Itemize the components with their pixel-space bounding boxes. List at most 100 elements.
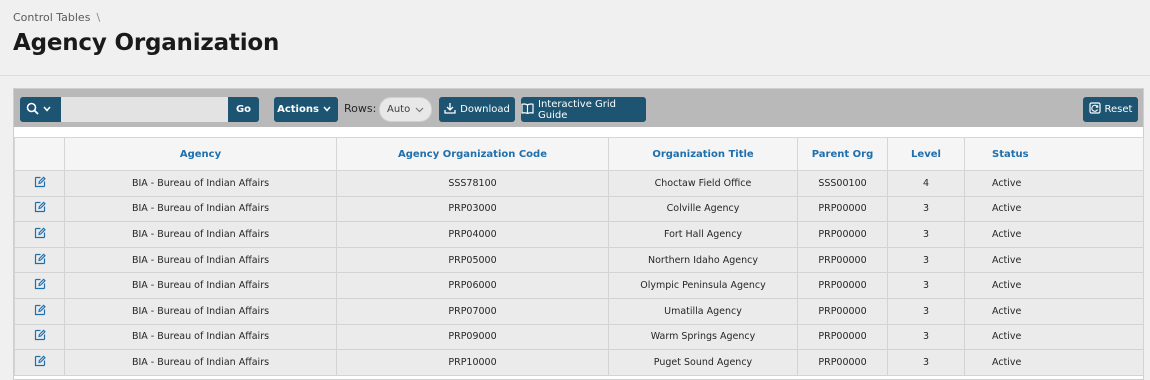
search-input[interactable] xyxy=(61,97,228,122)
download-label: Download xyxy=(460,104,510,115)
cell-status: Active xyxy=(964,323,1144,351)
download-icon xyxy=(444,102,460,117)
page-header: Control Tables \ Agency Organization xyxy=(0,0,1150,76)
cell-status: Active xyxy=(964,170,1144,197)
table-row: BIA - Bureau of Indian Affairs SSS78100 Ch… xyxy=(14,170,1144,197)
cell-parent-org: PRP00000 xyxy=(797,272,888,299)
cell-agency-organization-code: PRP10000 xyxy=(336,349,609,376)
cell-level: 4 xyxy=(887,170,965,197)
grid-header-row: Agency Agency Organization Code Organiza… xyxy=(14,137,1144,171)
actions-menu-button[interactable]: Actions xyxy=(274,97,338,122)
reset-icon xyxy=(1088,102,1105,117)
go-button[interactable]: Go xyxy=(228,97,259,122)
table-row: BIA - Bureau of Indian Affairs PRP05000 No… xyxy=(14,246,1144,274)
cell-parent-org: PRP00000 xyxy=(797,297,888,325)
cell-organization-title: Umatilla Agency xyxy=(608,297,798,325)
reset-label: Reset xyxy=(1104,104,1133,115)
cell-level: 3 xyxy=(887,246,965,274)
cell-agency: BIA - Bureau of Indian Affairs xyxy=(64,323,337,351)
table-row: BIA - Bureau of Indian Affairs PRP09000 Wa… xyxy=(14,323,1144,351)
cell-level: 3 xyxy=(887,297,965,325)
rows-per-page-select[interactable]: Auto xyxy=(379,97,432,122)
edit-row-cell xyxy=(14,221,65,248)
edit-row-cell xyxy=(14,272,65,299)
chevron-down-icon xyxy=(43,104,55,115)
chevron-down-icon xyxy=(323,104,335,115)
edit-row-cell xyxy=(14,170,65,197)
column-header-agency[interactable]: Agency xyxy=(64,137,337,171)
table-row: BIA - Bureau of Indian Affairs PRP03000 Co… xyxy=(14,195,1144,223)
cell-organization-title: Fort Hall Agency xyxy=(608,221,798,248)
download-button[interactable]: Download xyxy=(439,97,515,122)
cell-level: 3 xyxy=(887,349,965,376)
chevron-down-icon xyxy=(415,105,424,116)
cell-agency-organization-code: PRP03000 xyxy=(336,195,609,223)
cell-parent-org: PRP00000 xyxy=(797,195,888,223)
interactive-grid-region: Go Actions Rows: Auto Download Interacti… xyxy=(13,88,1144,380)
cell-agency: BIA - Bureau of Indian Affairs xyxy=(64,170,337,197)
edit-row-cell xyxy=(14,349,65,376)
cell-agency: BIA - Bureau of Indian Affairs xyxy=(64,272,337,299)
edit-icon[interactable] xyxy=(34,278,46,293)
cell-organization-title: Warm Springs Agency xyxy=(608,323,798,351)
edit-icon[interactable] xyxy=(34,201,46,216)
breadcrumb-separator: \ xyxy=(96,11,101,24)
guide-label: Interactive Grid Guide xyxy=(538,98,617,121)
cell-parent-org: PRP00000 xyxy=(797,323,888,351)
edit-icon[interactable] xyxy=(34,253,46,268)
breadcrumb-link-control-tables[interactable]: Control Tables xyxy=(13,11,90,24)
reset-button[interactable]: Reset xyxy=(1083,97,1138,122)
cell-status: Active xyxy=(964,221,1144,248)
book-icon xyxy=(521,102,538,117)
cell-parent-org: PRP00000 xyxy=(797,246,888,274)
cell-organization-title: Olympic Peninsula Agency xyxy=(608,272,798,299)
interactive-grid-guide-button[interactable]: Interactive Grid Guide xyxy=(521,97,646,122)
cell-parent-org: PRP00000 xyxy=(797,349,888,376)
column-header-level[interactable]: Level xyxy=(887,137,965,171)
search-icon xyxy=(26,102,43,118)
breadcrumb: Control Tables \ xyxy=(13,11,100,24)
edit-row-cell xyxy=(14,297,65,325)
column-header-status[interactable]: Status xyxy=(964,137,1144,171)
cell-agency: BIA - Bureau of Indian Affairs xyxy=(64,195,337,223)
edit-icon[interactable] xyxy=(34,304,46,319)
cell-status: Active xyxy=(964,246,1144,274)
cell-organization-title: Puget Sound Agency xyxy=(608,349,798,376)
grid-toolbar: Go Actions Rows: Auto Download Interacti… xyxy=(14,89,1143,127)
cell-level: 3 xyxy=(887,272,965,299)
table-row: BIA - Bureau of Indian Affairs PRP07000 Um… xyxy=(14,297,1144,325)
actions-label: Actions xyxy=(277,104,319,115)
edit-icon[interactable] xyxy=(34,355,46,370)
cell-level: 3 xyxy=(887,221,965,248)
column-header-parent-org[interactable]: Parent Org xyxy=(797,137,888,171)
rows-select-value: Auto xyxy=(387,104,411,115)
column-header-edit xyxy=(14,137,65,171)
table-row: BIA - Bureau of Indian Affairs PRP06000 Ol… xyxy=(14,272,1144,299)
search-column-button[interactable] xyxy=(20,97,61,122)
table-row: BIA - Bureau of Indian Affairs PRP04000 Fo… xyxy=(14,221,1144,248)
cell-status: Active xyxy=(964,272,1144,299)
cell-status: Active xyxy=(964,297,1144,325)
cell-agency-organization-code: PRP04000 xyxy=(336,221,609,248)
table-row: BIA - Bureau of Indian Affairs PRP10000 Pu… xyxy=(14,349,1144,376)
cell-agency-organization-code: PRP07000 xyxy=(336,297,609,325)
cell-status: Active xyxy=(964,349,1144,376)
edit-row-cell xyxy=(14,246,65,274)
cell-status: Active xyxy=(964,195,1144,223)
column-header-agency-organization-code[interactable]: Agency Organization Code xyxy=(336,137,609,171)
column-header-organization-title[interactable]: Organization Title xyxy=(608,137,798,171)
rows-label: Rows: xyxy=(344,102,377,115)
cell-agency: BIA - Bureau of Indian Affairs xyxy=(64,221,337,248)
cell-parent-org: SSS00100 xyxy=(797,170,888,197)
cell-level: 3 xyxy=(887,323,965,351)
edit-icon[interactable] xyxy=(34,329,46,344)
edit-icon[interactable] xyxy=(34,176,46,191)
cell-agency: BIA - Bureau of Indian Affairs xyxy=(64,349,337,376)
cell-organization-title: Choctaw Field Office xyxy=(608,170,798,197)
edit-icon[interactable] xyxy=(34,227,46,242)
edit-row-cell xyxy=(14,195,65,223)
cell-agency-organization-code: PRP09000 xyxy=(336,323,609,351)
cell-agency: BIA - Bureau of Indian Affairs xyxy=(64,246,337,274)
cell-level: 3 xyxy=(887,195,965,223)
edit-row-cell xyxy=(14,323,65,351)
